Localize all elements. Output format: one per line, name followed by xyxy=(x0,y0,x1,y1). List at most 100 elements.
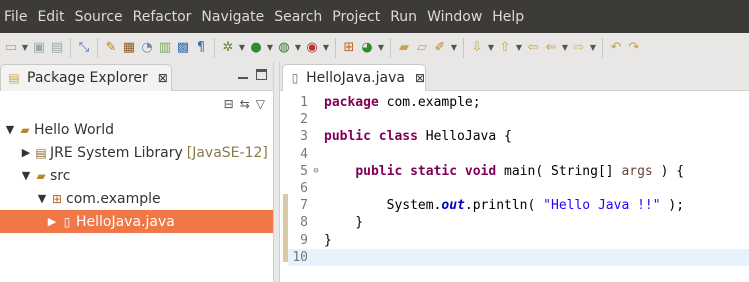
external-tools-dropdown-icon[interactable]: ▼ xyxy=(322,40,330,56)
open-perspective-icon[interactable]: ✐ xyxy=(432,40,448,56)
code-line-current: 10 xyxy=(288,248,749,266)
toolbar-separator xyxy=(97,37,98,58)
menu-search[interactable]: Search xyxy=(274,9,328,25)
coverage-dropdown-icon[interactable]: ▼ xyxy=(294,40,302,56)
java-editor: ▯ HelloJava.java ⊠ 1 package com.example… xyxy=(279,62,749,282)
code-line: 5 ⊖ public static void main( String[] arg… xyxy=(288,163,749,180)
next-annotation-icon[interactable]: ⇩ xyxy=(469,40,485,56)
toolbar-separator xyxy=(602,37,603,58)
debug-dropdown-icon[interactable]: ▼ xyxy=(238,40,246,56)
tree-item-src[interactable]: ▼ ▰ src xyxy=(0,164,273,187)
expand-toggle-icon[interactable]: ▼ xyxy=(20,169,32,182)
line-text: public static void main( String[] args )… xyxy=(355,163,685,179)
debug-icon[interactable]: ✲ xyxy=(220,40,236,56)
menu-source[interactable]: Source xyxy=(75,9,129,25)
line-number: 10 xyxy=(292,249,308,265)
open-type-icon[interactable]: ▥ xyxy=(157,40,173,56)
expand-toggle-icon[interactable]: ▶ xyxy=(46,215,58,228)
line-number: 4 xyxy=(300,146,308,162)
tree-item-label: Hello World xyxy=(34,121,115,138)
line-text: System.out.println( "Hello Java !!" ); xyxy=(324,198,685,214)
tree-item-com-example[interactable]: ▼ ⊞ com.example xyxy=(0,187,273,210)
new-icon[interactable]: ▭ xyxy=(3,40,19,56)
menu-edit[interactable]: Edit xyxy=(37,9,70,25)
tree-item-hellojava-java[interactable]: ▶ ▯ HelloJava.java xyxy=(0,210,273,233)
back-dropdown-icon[interactable]: ▼ xyxy=(561,40,569,56)
project-tree: ▼ ▰ Hello World ▶ ▤ JRE System Library [… xyxy=(0,118,273,233)
minimize-icon[interactable] xyxy=(238,69,248,79)
line-text xyxy=(322,146,324,163)
annotation-ruler[interactable] xyxy=(280,91,288,282)
new-class-dropdown-icon[interactable]: ▼ xyxy=(377,40,385,56)
new-java-class-wizard-icon[interactable]: ◕ xyxy=(359,40,375,56)
new-dropdown-icon[interactable]: ▼ xyxy=(21,40,29,56)
expand-toggle-icon[interactable]: ▶ xyxy=(20,146,32,159)
toolbar-separator xyxy=(390,37,391,58)
tree-item-decoration: [JavaSE-12] xyxy=(186,144,268,161)
previous-annotation-dropdown-icon[interactable]: ▼ xyxy=(515,40,523,56)
toolbar-separator xyxy=(214,37,215,58)
new-package-icon[interactable]: ▦ xyxy=(121,40,137,56)
coverage-icon[interactable]: ◍ xyxy=(276,40,292,56)
menu-run[interactable]: Run xyxy=(390,9,423,25)
java-file-icon: ▯ xyxy=(291,71,299,85)
menu-file[interactable]: File xyxy=(4,9,33,25)
new-class-icon[interactable]: ◔ xyxy=(139,40,155,56)
package-explorer-toolbar: ⊟ ⇆ ▽ xyxy=(0,91,273,117)
menu-refactor[interactable]: Refactor xyxy=(133,9,198,25)
package-explorer-view: ▤ Package Explorer ⊠ ⊟ ⇆ ▽ ▼ ▰ Hello Wor… xyxy=(0,62,274,282)
line-text: } xyxy=(324,215,364,231)
previous-annotation-icon[interactable]: ⇧ xyxy=(497,40,513,56)
link-with-editor-icon[interactable]: ⇆ xyxy=(240,97,250,111)
perspective-dropdown-icon[interactable]: ▼ xyxy=(450,40,458,56)
next-annotation-dropdown-icon[interactable]: ▼ xyxy=(487,40,495,56)
expand-toggle-icon[interactable]: ▼ xyxy=(36,192,48,205)
line-number: 5 xyxy=(300,163,308,179)
back-icon[interactable]: ⇐ xyxy=(543,40,559,56)
package-explorer-title: Package Explorer xyxy=(27,70,148,86)
external-tools-icon[interactable]: ◉ xyxy=(304,40,320,56)
toggle-breadcrumb-icon[interactable]: ↷ xyxy=(626,40,642,56)
code-area[interactable]: 1 package com.example; 2 3 public class … xyxy=(288,94,749,266)
tree-item-jre-system-library[interactable]: ▶ ▤ JRE System Library [JavaSE-12] xyxy=(0,141,273,164)
menu-help[interactable]: Help xyxy=(492,9,530,25)
menu-window[interactable]: Window xyxy=(427,9,488,25)
line-number: 3 xyxy=(300,129,308,145)
editor-tabbar: ▯ HelloJava.java ⊠ xyxy=(280,62,749,91)
run-dropdown-icon[interactable]: ▼ xyxy=(266,40,274,56)
forward-icon[interactable]: ⇨ xyxy=(571,40,587,56)
close-icon[interactable]: ⊠ xyxy=(158,71,168,85)
show-whitespace-icon[interactable]: ¶ xyxy=(193,40,209,56)
tree-item-hello-world[interactable]: ▼ ▰ Hello World xyxy=(0,118,273,141)
code-line: 8 } xyxy=(288,214,749,231)
search-icon[interactable]: ▱ xyxy=(414,40,430,56)
last-edit-icon[interactable]: ⇦ xyxy=(525,40,541,56)
package-icon: ⊞ xyxy=(51,191,63,206)
save-all-icon[interactable]: ▤ xyxy=(49,40,65,56)
open-task-icon[interactable]: ▩ xyxy=(175,40,191,56)
package-explorer-tabbar: ▤ Package Explorer ⊠ xyxy=(0,62,273,91)
open-folder-icon[interactable]: ▰ xyxy=(396,40,412,56)
undo-nav-icon[interactable]: ↶ xyxy=(608,40,624,56)
run-icon[interactable]: ● xyxy=(248,40,264,56)
maximize-icon[interactable] xyxy=(256,69,267,80)
collapse-all-icon[interactable]: ⊟ xyxy=(224,97,234,111)
editor-tab-hellojava[interactable]: ▯ HelloJava.java ⊠ xyxy=(282,64,426,91)
menu-project[interactable]: Project xyxy=(332,9,386,25)
new-java-project-icon[interactable]: ✎ xyxy=(103,40,119,56)
library-icon: ▤ xyxy=(35,145,47,160)
code-line: 6 xyxy=(288,180,749,197)
skip-breakpoints-icon[interactable]: ⤡ xyxy=(76,40,92,56)
tree-item-label: HelloJava.java xyxy=(76,213,175,230)
package-explorer-tab[interactable]: ▤ Package Explorer ⊠ xyxy=(0,64,172,91)
save-icon[interactable]: ▣ xyxy=(31,40,47,56)
forward-dropdown-icon[interactable]: ▼ xyxy=(589,40,597,56)
new-java-class-icon[interactable]: ⊞ xyxy=(341,40,357,56)
view-menu-icon[interactable]: ▽ xyxy=(256,97,265,111)
expand-toggle-icon[interactable]: ▼ xyxy=(4,123,16,136)
menu-navigate[interactable]: Navigate xyxy=(201,9,270,25)
close-icon[interactable]: ⊠ xyxy=(415,71,425,85)
line-text xyxy=(322,249,324,266)
fold-collapse-icon[interactable]: ⊖ xyxy=(310,163,322,180)
toolbar-separator xyxy=(335,37,336,58)
